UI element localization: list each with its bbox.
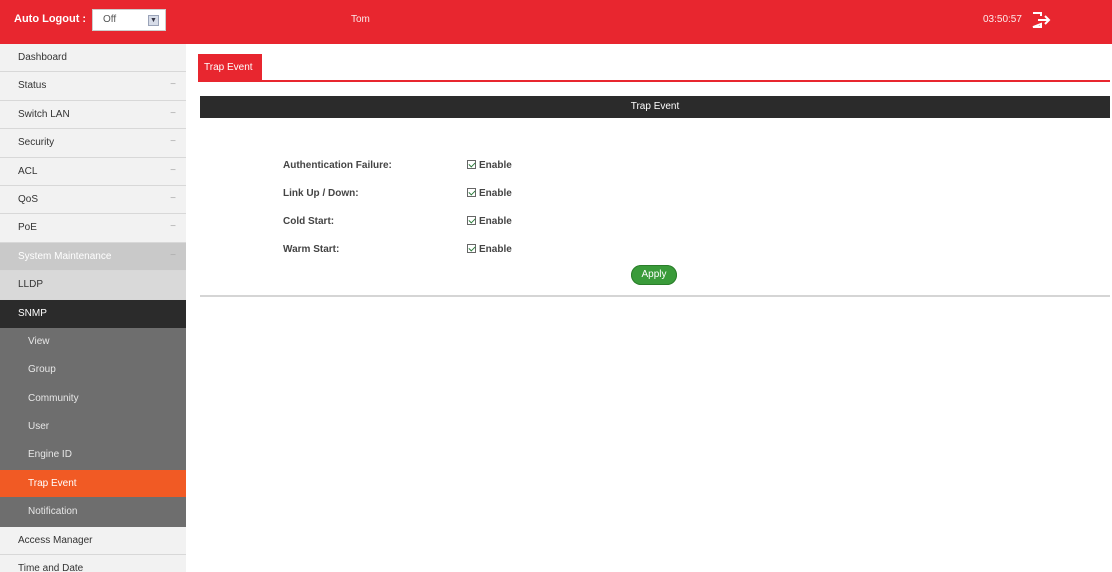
sidebar-item-system-maintenance[interactable]: System Maintenance − [0,242,186,272]
link-up-down-label: Link Up / Down: [283,188,359,199]
section-header: Trap Event [200,96,1110,118]
divider [200,295,1110,297]
sidebar: Dashboard Status − Switch LAN − Security − … [0,44,186,572]
checkbox-label: Enable [479,188,512,199]
sidebar-item-time-and-date[interactable]: Time and Date [0,555,186,572]
authentication-failure-label: Authentication Failure: [283,160,392,171]
sidebar-item-label: System Maintenance [18,250,112,262]
sidebar-item-label: QoS [18,193,39,205]
checkbox-checked-icon [467,216,476,225]
sidebar-item-qos[interactable]: QoS − [0,186,186,215]
sidebar-item-label: Status [18,80,47,92]
sidebar-item-label: Time and Date [18,563,84,572]
sidebar-item-label: PoE [18,222,37,234]
clock: 03:50:57 [983,14,1022,25]
top-bar: Auto Logout : Off ▼ Tom 03:50:57 [0,0,1112,44]
sidebar-item-snmp[interactable]: SNMP [0,299,186,328]
warm-start-checkbox[interactable]: Enable [467,244,512,255]
sidebar-item-status[interactable]: Status − [0,72,186,101]
sidebar-item-group[interactable]: Group [0,356,186,385]
collapse-icon: − [170,221,176,233]
collapse-icon: − [170,249,176,261]
checkbox-label: Enable [479,160,512,171]
sidebar-item-label: Switch LAN [18,108,70,120]
sidebar-item-notification[interactable]: Notification [0,498,186,527]
sidebar-item-view[interactable]: View [0,327,186,357]
tab-underline [198,80,1110,82]
sidebar-item-security[interactable]: Security − [0,129,186,158]
checkbox-label: Enable [479,244,512,255]
cold-start-checkbox[interactable]: Enable [467,216,512,227]
sidebar-item-label: SNMP [18,307,47,319]
sidebar-item-label: Security [18,137,55,149]
chevron-down-icon: ▼ [148,15,159,26]
apply-button[interactable]: Apply [631,265,677,285]
sidebar-item-label: User [28,421,50,433]
cold-start-label: Cold Start: [283,216,335,227]
sidebar-item-community[interactable]: Community [0,384,186,414]
sidebar-item-label: Access Manager [18,534,93,546]
sidebar-item-label: Notification [28,506,78,518]
sidebar-item-dashboard[interactable]: Dashboard [0,44,186,73]
checkbox-checked-icon [467,160,476,169]
sidebar-item-engine-id[interactable]: Engine ID [0,441,186,470]
checkbox-checked-icon [467,244,476,253]
sidebar-item-label: Engine ID [28,449,72,461]
sidebar-item-poe[interactable]: PoE − [0,214,186,243]
sidebar-item-user[interactable]: User [0,413,186,442]
collapse-icon: − [170,192,176,204]
tab-trap-event[interactable]: Trap Event [198,54,262,81]
checkbox-checked-icon [467,188,476,197]
collapse-icon: − [170,136,176,148]
sidebar-item-label: LLDP [18,279,44,291]
sidebar-item-label: Group [28,364,56,376]
collapse-icon: − [170,164,176,176]
auto-logout-value: Off [103,14,117,25]
collapse-icon: − [170,107,176,119]
link-up-down-checkbox[interactable]: Enable [467,188,512,199]
collapse-icon: − [170,79,176,91]
auto-logout-select[interactable]: Off ▼ [92,9,166,31]
sidebar-item-label: Trap Event [28,477,77,489]
sidebar-item-trap-event[interactable]: Trap Event [0,469,186,499]
sidebar-item-access-manager[interactable]: Access Manager [0,527,186,556]
authentication-failure-checkbox[interactable]: Enable [467,160,512,171]
checkbox-label: Enable [479,216,512,227]
sidebar-item-label: Dashboard [18,52,67,63]
auto-logout-label: Auto Logout : [14,13,87,25]
sidebar-item-acl[interactable]: ACL − [0,158,186,186]
sidebar-item-label: Community [28,392,79,404]
sidebar-item-label: View [28,335,50,347]
warm-start-label: Warm Start: [283,244,340,255]
logout-icon[interactable] [1030,10,1052,30]
sidebar-item-lldp[interactable]: LLDP [0,271,186,300]
sidebar-item-switch-lan[interactable]: Switch LAN − [0,101,186,130]
sidebar-item-label: ACL [18,165,38,177]
username: Tom [351,14,370,25]
